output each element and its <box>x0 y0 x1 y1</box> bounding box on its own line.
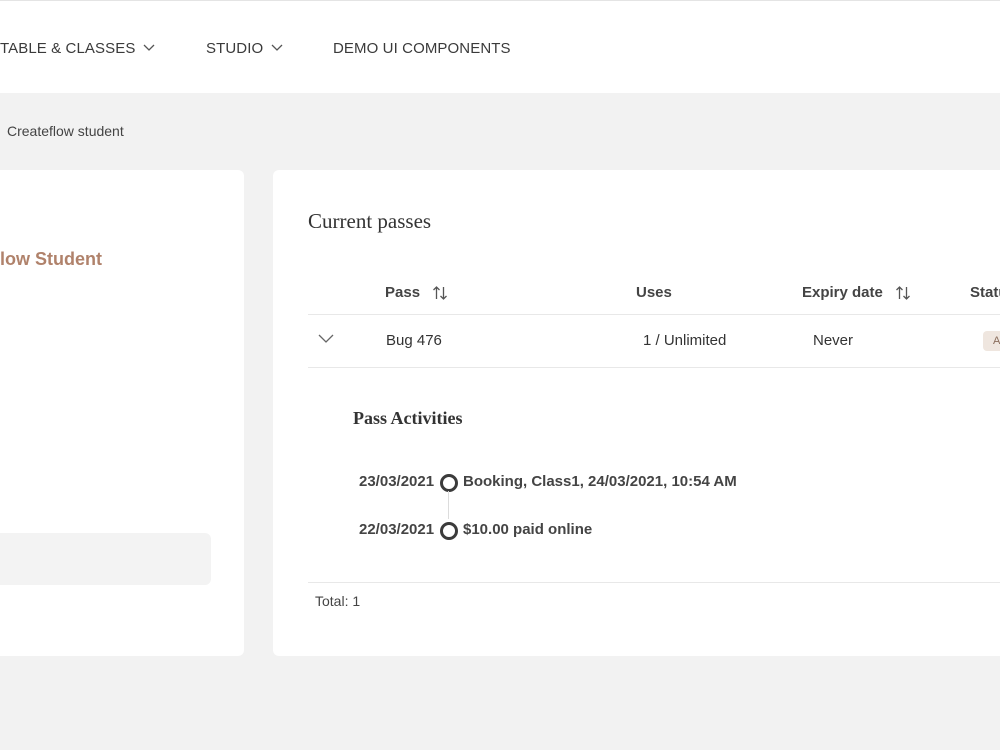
student-name: low Student <box>0 249 102 269</box>
timeline-dot-icon <box>440 522 458 540</box>
activity-date: 22/03/2021 <box>359 521 435 538</box>
chevron-down-icon <box>271 44 283 52</box>
status-badge: A <box>983 331 1000 351</box>
column-header-uses: Uses <box>636 284 672 301</box>
column-header-expiry-date[interactable]: Expiry date <box>802 284 911 301</box>
column-header-pass[interactable]: Pass <box>385 284 448 301</box>
chevron-down-icon[interactable] <box>318 334 334 344</box>
nav-item-label: TABLE & CLASSES <box>0 39 136 57</box>
column-label: Expiry date <box>802 284 883 301</box>
column-label: Statu <box>970 284 1000 301</box>
timeline-connector <box>448 491 449 519</box>
cell-pass: Bug 476 <box>386 332 442 349</box>
column-label: Pass <box>385 284 421 301</box>
column-label: Uses <box>636 284 672 301</box>
profile-field[interactable] <box>0 533 211 585</box>
pass-activities-title: Pass Activities <box>353 408 463 428</box>
table-footer-divider <box>308 582 1000 583</box>
cell-uses: 1 / Unlimited <box>643 332 727 349</box>
sort-icon[interactable] <box>895 285 911 301</box>
table-total: Total: 1 <box>315 593 361 609</box>
chevron-down-icon <box>143 44 155 52</box>
nav-item-studio[interactable]: STUDIO <box>206 38 283 58</box>
top-navigation: TABLE & CLASSES STUDIO DEMO UI COMPONENT… <box>0 0 1000 93</box>
nav-item-label: DEMO UI COMPONENTS <box>333 39 511 57</box>
activity-date: 23/03/2021 <box>359 473 435 490</box>
sort-icon[interactable] <box>432 285 448 301</box>
breadcrumb-current: Createflow student <box>7 123 124 139</box>
timeline-dot-icon <box>440 474 458 492</box>
table-divider <box>308 367 1000 368</box>
nav-item-demo-ui-components[interactable]: DEMO UI COMPONENTS <box>333 38 511 58</box>
column-header-status: Statu <box>970 284 1000 301</box>
nav-item-timetable-classes[interactable]: TABLE & CLASSES <box>0 38 155 58</box>
section-title: Current passes <box>308 209 432 233</box>
nav-item-label: STUDIO <box>206 39 264 57</box>
table-divider <box>308 314 1000 315</box>
cell-expiry: Never <box>813 332 854 349</box>
breadcrumb: Createflow student <box>7 123 124 139</box>
activity-text: Booking, Class1, 24/03/2021, 10:54 AM <box>463 473 737 490</box>
activity-text: $10.00 paid online <box>463 521 593 538</box>
